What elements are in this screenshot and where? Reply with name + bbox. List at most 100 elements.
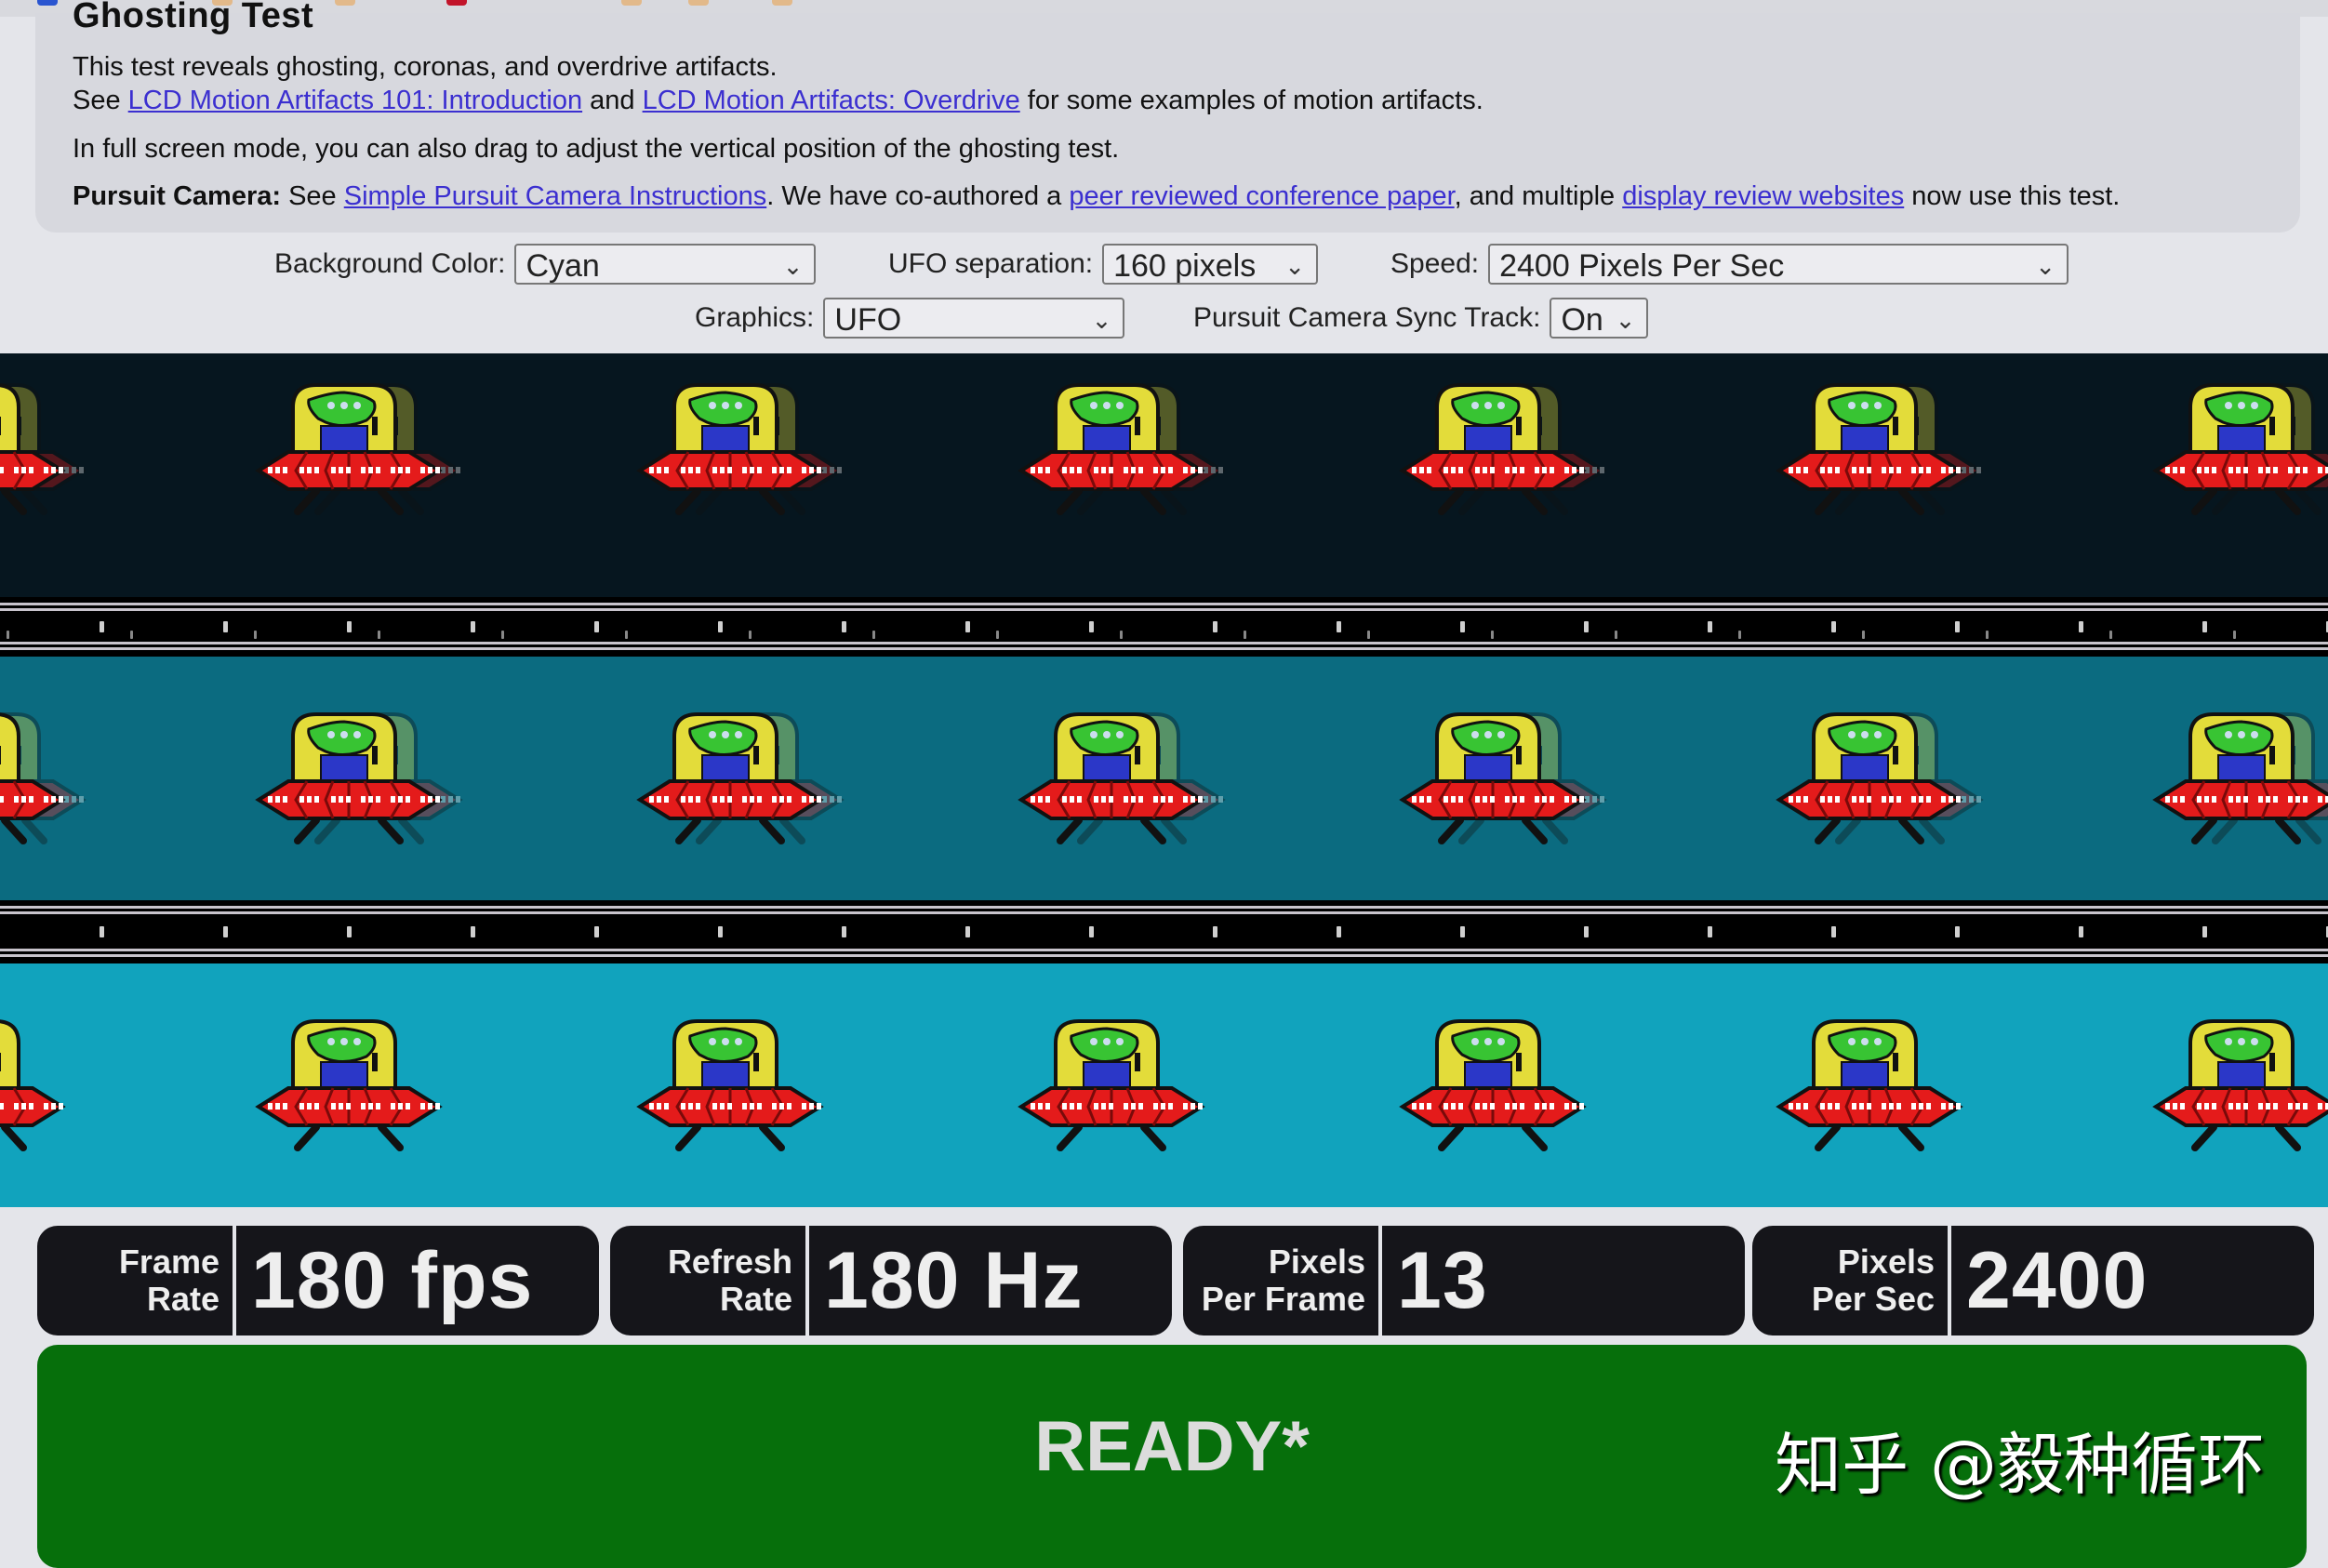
- sync-tick: [2079, 621, 2083, 632]
- stat-label: Pixels: [1268, 1242, 1365, 1281]
- stat-label: Frame: [118, 1242, 219, 1281]
- speed-select[interactable]: 2400 Pixels Per Sec ⌄: [1488, 244, 2069, 285]
- sync-track-label: Pursuit Camera Sync Track:: [1193, 302, 1541, 333]
- ufo: [2148, 709, 2328, 848]
- sync-tick: [594, 621, 599, 632]
- sync-tick: [2233, 631, 2236, 639]
- sync-rail: [0, 954, 2328, 957]
- watermark: 知乎 @毅种循环: [1775, 1426, 2265, 1504]
- ufo-sprite: [1018, 383, 1205, 515]
- sync-rail: [0, 906, 2328, 909]
- fullscreen-hint: In full screen mode, you can also drag t…: [73, 134, 1120, 164]
- sync-tick: [996, 631, 999, 639]
- ufo-separation-select[interactable]: 160 pixels ⌄: [1102, 244, 1319, 285]
- ufo: [2148, 1016, 2328, 1155]
- ufo: [632, 709, 828, 848]
- stat-label: Pixels: [1837, 1242, 1935, 1281]
- sync-tick: [1089, 621, 1094, 632]
- ufo-sprite: [1776, 1019, 1963, 1151]
- link-motion-artifacts-overdrive[interactable]: LCD Motion Artifacts: Overdrive: [643, 86, 1020, 115]
- speed-label: Speed:: [1390, 248, 1480, 279]
- chevron-down-icon: ⌄: [1615, 306, 1636, 334]
- ufo-sprite: [2152, 712, 2328, 844]
- ufo: [1395, 709, 1590, 848]
- ufo-sprite: [636, 1019, 824, 1151]
- sync-tick: [2109, 631, 2112, 639]
- background-color-select[interactable]: Cyan ⌄: [514, 244, 817, 285]
- ufo: [0, 1016, 70, 1155]
- link-conference-paper[interactable]: peer reviewed conference paper: [1069, 181, 1454, 211]
- ufo: [0, 709, 70, 848]
- ufo: [1014, 709, 1209, 848]
- pursuit-camera-label: Pursuit Camera:: [73, 181, 282, 211]
- sync-tick: [1862, 631, 1865, 639]
- ufo-sprite: [255, 1019, 443, 1151]
- link-motion-artifacts-intro[interactable]: LCD Motion Artifacts 101: Introduction: [128, 86, 582, 115]
- sync-tick: [1491, 631, 1494, 639]
- ufo-lane-medium[interactable]: [0, 657, 2328, 900]
- see-links-line: See LCD Motion Artifacts 101: Introducti…: [73, 86, 1483, 115]
- ufo-separation-control: UFO separation: 160 pixels ⌄: [888, 244, 1319, 285]
- ufo-lane-light[interactable]: [0, 963, 2328, 1207]
- ufo: [632, 1016, 828, 1155]
- intro-text: This test reveals ghosting, coronas, and…: [73, 52, 778, 82]
- ufo: [0, 379, 70, 519]
- sync-rail: [0, 911, 2328, 914]
- sync-rail: [0, 949, 2328, 951]
- tab-indicator: [37, 0, 58, 6]
- ufo-sprite: [1018, 1019, 1205, 1151]
- ufo-sprite: [1399, 712, 1587, 844]
- sync-track-strip: [0, 597, 2328, 657]
- sync-tick: [718, 926, 723, 937]
- sync-rail: [0, 603, 2328, 605]
- sync-tick: [1708, 926, 1712, 937]
- sync-tick: [1460, 621, 1465, 632]
- sync-tick: [718, 621, 723, 632]
- ufo-sprite: [0, 383, 66, 515]
- sync-tick: [1367, 631, 1370, 639]
- sync-tick: [1337, 621, 1341, 632]
- sync-tick: [1955, 621, 1960, 632]
- sync-tick: [1460, 926, 1465, 937]
- sync-tick: [1244, 631, 1246, 639]
- background-color-control: Background Color: Cyan ⌄: [274, 244, 817, 285]
- sync-rail: [0, 647, 2328, 650]
- stat-label: Per Frame: [1201, 1280, 1365, 1318]
- sync-tick: [872, 631, 875, 639]
- sync-tick: [1213, 621, 1217, 632]
- sync-tick: [842, 926, 846, 937]
- ufo-lane-dark[interactable]: [0, 353, 2328, 597]
- ufo-sprite: [1399, 1019, 1587, 1151]
- ufo: [1014, 379, 1209, 519]
- status-panel: READY* 知乎 @毅种循环: [37, 1345, 2307, 1568]
- ufo: [251, 709, 446, 848]
- sync-tick: [1337, 926, 1341, 937]
- graphics-control: Graphics: UFO ⌄: [695, 298, 1125, 339]
- link-pursuit-instructions[interactable]: Simple Pursuit Camera Instructions: [344, 181, 767, 211]
- ufo: [251, 1016, 446, 1155]
- ufo: [1772, 709, 1967, 848]
- stat-label: Refresh: [667, 1242, 792, 1281]
- background-color-label: Background Color:: [274, 248, 506, 279]
- sync-tick: [749, 631, 752, 639]
- sync-tick: [347, 621, 352, 632]
- stat-frame-rate: Frame Rate 180 fps: [37, 1226, 599, 1335]
- sync-track-strip: [0, 900, 2328, 963]
- graphics-select[interactable]: UFO ⌄: [823, 298, 1125, 339]
- ufo-sprite: [255, 383, 443, 515]
- sync-tick: [130, 631, 133, 639]
- ufo-sprite: [255, 712, 443, 844]
- stat-label: Rate: [146, 1280, 219, 1318]
- ufo: [2148, 379, 2328, 519]
- sync-track-select[interactable]: On ⌄: [1550, 298, 1649, 339]
- link-review-websites[interactable]: display review websites: [1622, 181, 1904, 211]
- sync-tick: [1955, 926, 1960, 937]
- ufo-sprite: [1399, 383, 1587, 515]
- ufo: [251, 379, 446, 519]
- sync-tick: [471, 621, 475, 632]
- sync-tick: [2202, 926, 2207, 937]
- sync-tick: [471, 926, 475, 937]
- sync-tick: [2079, 926, 2083, 937]
- ufo-sprite: [2152, 383, 2328, 515]
- graphics-label: Graphics:: [695, 302, 815, 333]
